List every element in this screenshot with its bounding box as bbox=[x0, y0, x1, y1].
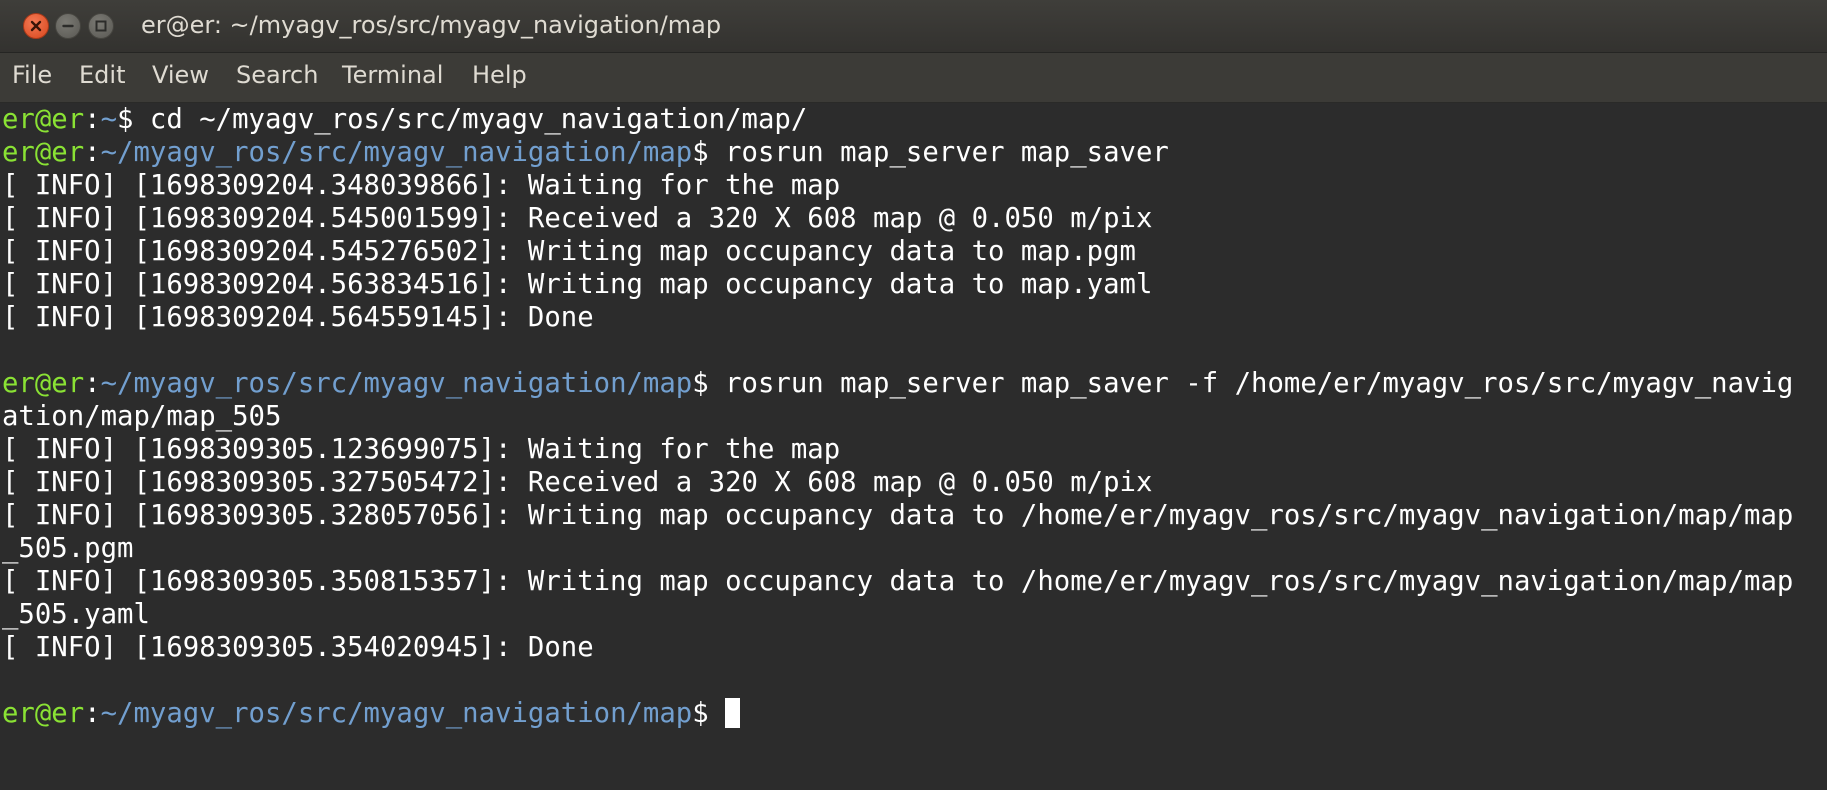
prompt-dollar: $ bbox=[692, 368, 709, 399]
terminal-window: er@er: ~/myagv_ros/src/myagv_navigation/… bbox=[0, 0, 1827, 790]
maximize-button[interactable] bbox=[88, 13, 114, 39]
output-line: [ INFO] [1698309204.545001599]: Received… bbox=[2, 203, 1153, 234]
menu-help[interactable]: Help bbox=[472, 61, 527, 89]
maximize-icon bbox=[95, 20, 107, 32]
output-line: [ INFO] [1698309305.354020945]: Done bbox=[2, 632, 594, 663]
prompt-user: er@er bbox=[2, 368, 85, 399]
prompt-dollar: $ bbox=[117, 104, 134, 135]
prompt-line: er@er:~/myagv_ros/src/myagv_navigation/m… bbox=[2, 367, 1793, 400]
prompt-dollar: $ bbox=[692, 698, 709, 729]
command-text: rosrun map_server map_saver bbox=[708, 137, 1169, 168]
output-line: [ INFO] [1698309204.564559145]: Done bbox=[2, 302, 594, 333]
menu-terminal[interactable]: Terminal bbox=[342, 61, 443, 89]
terminal-output[interactable]: er@er:~$ cd ~/myagv_ros/src/myagv_naviga… bbox=[0, 103, 1827, 790]
prompt-path: ~ bbox=[100, 104, 118, 135]
command-text: rosrun map_server map_saver -f /home/er/… bbox=[708, 368, 1794, 399]
text-cursor bbox=[725, 698, 741, 728]
menu-bar: File Edit View Search Terminal Help bbox=[0, 53, 1827, 103]
prompt-user: er@er bbox=[2, 137, 85, 168]
minimize-button[interactable] bbox=[55, 13, 81, 39]
menu-edit[interactable]: Edit bbox=[79, 61, 125, 89]
output-line: _505.pgm bbox=[2, 533, 134, 564]
output-line: [ INFO] [1698309204.563834516]: Writing … bbox=[2, 269, 1153, 300]
command-text bbox=[709, 698, 725, 729]
prompt-line: er@er:~/myagv_ros/src/myagv_navigation/m… bbox=[2, 136, 1169, 169]
prompt-separator: : bbox=[84, 137, 101, 168]
prompt-path: ~/myagv_ros/src/myagv_navigation/map bbox=[100, 137, 693, 168]
output-line: _505.yaml bbox=[2, 599, 150, 630]
prompt-user: er@er bbox=[2, 698, 85, 729]
prompt-separator: : bbox=[84, 368, 101, 399]
prompt-path: ~/myagv_ros/src/myagv_navigation/map bbox=[100, 368, 693, 399]
menu-file[interactable]: File bbox=[12, 61, 52, 89]
menu-view[interactable]: View bbox=[152, 61, 209, 89]
output-line: [ INFO] [1698309305.350815357]: Writing … bbox=[2, 566, 1794, 597]
output-line: [ INFO] [1698309305.327505472]: Received… bbox=[2, 467, 1153, 498]
output-line: [ INFO] [1698309305.123699075]: Waiting … bbox=[2, 434, 841, 465]
prompt-user: er@er bbox=[2, 104, 85, 135]
prompt-line: er@er:~$ cd ~/myagv_ros/src/myagv_naviga… bbox=[2, 103, 807, 136]
window-title: er@er: ~/myagv_ros/src/myagv_navigation/… bbox=[141, 11, 722, 39]
close-button[interactable] bbox=[23, 13, 49, 39]
title-bar[interactable]: er@er: ~/myagv_ros/src/myagv_navigation/… bbox=[0, 0, 1827, 53]
output-line: [ INFO] [1698309204.348039866]: Waiting … bbox=[2, 170, 841, 201]
close-icon bbox=[30, 20, 42, 32]
prompt-separator: : bbox=[84, 104, 101, 135]
output-line: [ INFO] [1698309204.545276502]: Writing … bbox=[2, 236, 1136, 267]
prompt-line: er@er:~/myagv_ros/src/myagv_navigation/m… bbox=[2, 697, 741, 730]
command-text: cd ~/myagv_ros/src/myagv_navigation/map/ bbox=[133, 104, 808, 135]
output-line: ation/map/map_505 bbox=[2, 401, 282, 432]
output-line: [ INFO] [1698309305.328057056]: Writing … bbox=[2, 500, 1794, 531]
prompt-separator: : bbox=[84, 698, 101, 729]
prompt-path: ~/myagv_ros/src/myagv_navigation/map bbox=[100, 698, 693, 729]
prompt-dollar: $ bbox=[692, 137, 709, 168]
menu-search[interactable]: Search bbox=[236, 61, 318, 89]
minimize-icon bbox=[62, 24, 74, 28]
